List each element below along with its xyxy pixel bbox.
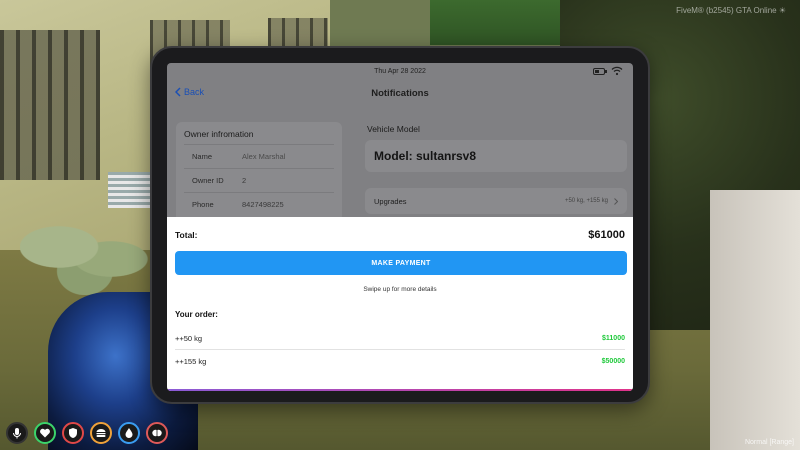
swipe-hint: Swipe up for more details	[363, 286, 437, 293]
wifi-icon	[611, 66, 623, 76]
owner-key: Name	[192, 152, 213, 161]
home-indicator	[167, 389, 633, 391]
player-hud	[6, 422, 168, 444]
owner-card-title: Owner infromation	[184, 129, 254, 139]
list-item: ++155 kg $50000	[175, 350, 625, 373]
order-item-price: $50000	[601, 358, 625, 365]
upgrades-label: Upgrades	[374, 196, 407, 206]
burger-icon	[90, 422, 112, 444]
owner-value: 8427498225	[242, 200, 284, 209]
air-vent	[108, 172, 154, 208]
make-payment-button[interactable]: MAKE PAYMENT	[175, 251, 627, 275]
cactus-plant	[20, 215, 150, 295]
chevron-right-icon	[614, 197, 618, 205]
upgrades-row[interactable]: Upgrades +50 kg, +155 kg	[365, 188, 627, 214]
list-item: ++50 kg $11000	[175, 327, 625, 350]
owner-information-card: Owner infromation Name Alex Marshal Owne…	[176, 122, 342, 222]
battery-icon	[593, 68, 605, 75]
payment-sheet[interactable]: Total: $61000 MAKE PAYMENT Swipe up for …	[167, 217, 633, 391]
owner-key: Owner ID	[192, 176, 224, 185]
brain-icon	[146, 422, 168, 444]
owner-key: Phone	[192, 200, 214, 209]
barred-window-left	[0, 30, 100, 180]
tablet-status-bar: Thu Apr 28 2022	[167, 63, 633, 79]
owner-value: 2	[242, 176, 247, 185]
order-title: Your order:	[175, 310, 218, 319]
battery-tip	[605, 70, 607, 73]
owner-row-id: Owner ID 2	[184, 168, 334, 192]
vehicle-model-card: Model: sultanrsv8	[365, 140, 627, 172]
status-date: Thu Apr 28 2022	[374, 67, 426, 75]
owner-value: Alex Marshal	[242, 152, 286, 161]
upgrades-summary: +50 kg, +155 kg	[564, 198, 608, 204]
tablet-device: Thu Apr 28 2022 Back Notifications Owner…	[150, 46, 650, 404]
stone-railing	[710, 190, 800, 450]
total-label: Total:	[175, 230, 198, 240]
voice-range-status: Normal [Range]	[744, 439, 794, 446]
owner-row-name: Name Alex Marshal	[184, 144, 334, 168]
order-item-price: $11000	[602, 334, 625, 342]
water-drop-icon	[118, 422, 140, 444]
order-item-name: ++50 kg	[175, 333, 203, 343]
total-value: $61000	[588, 229, 625, 241]
tablet-screen: Thu Apr 28 2022 Back Notifications Owner…	[167, 63, 633, 391]
order-list: ++50 kg $11000 ++155 kg $50000	[175, 327, 625, 373]
microphone-icon	[6, 422, 28, 444]
order-item-name: ++155 kg	[175, 357, 207, 366]
fivem-watermark: FiveM® (b2545) GTA Online ☀	[676, 6, 786, 15]
shield-icon	[62, 422, 84, 444]
owner-row-phone: Phone 8427498225	[184, 192, 334, 216]
heart-icon	[34, 422, 56, 444]
nav-bar: Back Notifications	[167, 79, 633, 107]
page-title: Notifications	[371, 88, 429, 99]
total-row: Total: $61000	[175, 229, 625, 241]
vehicle-model-value: Model: sultanrsv8	[374, 149, 477, 163]
vehicle-model-label: Vehicle Model	[367, 124, 420, 134]
